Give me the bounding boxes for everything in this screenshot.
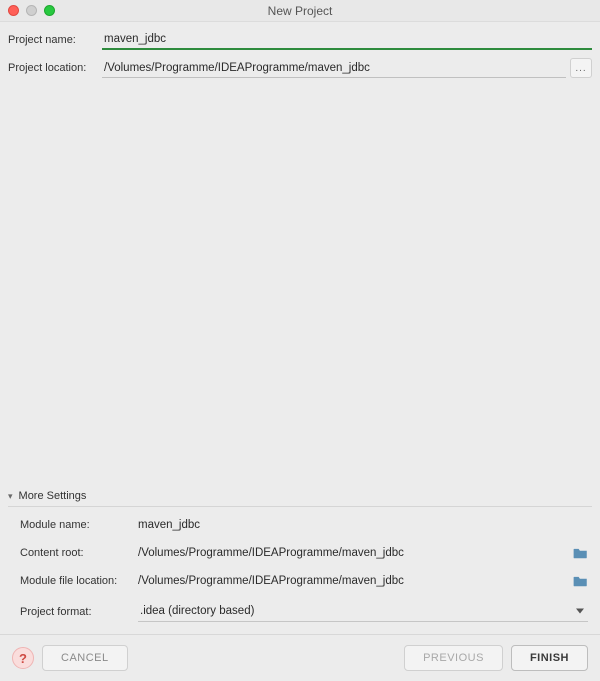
project-name-input[interactable] — [102, 30, 592, 50]
cancel-button[interactable]: CANCEL — [42, 645, 128, 671]
close-icon[interactable] — [8, 5, 19, 16]
help-button[interactable]: ? — [12, 647, 34, 669]
content-root-value[interactable]: /Volumes/Programme/IDEAProgramme/maven_j… — [138, 545, 573, 561]
project-name-row: Project name: — [8, 30, 592, 50]
more-settings-body: Module name: maven_jdbc Content root: /V… — [8, 517, 592, 634]
module-name-label: Module name: — [20, 519, 138, 531]
folder-icon — [573, 547, 588, 560]
folder-icon — [573, 575, 588, 588]
window-title: New Project — [0, 4, 600, 18]
module-name-row: Module name: maven_jdbc — [20, 517, 588, 533]
project-location-input[interactable] — [102, 59, 566, 78]
title-bar: New Project — [0, 0, 600, 22]
content-root-browse-button[interactable] — [573, 547, 588, 559]
project-location-row: Project location: ... — [8, 58, 592, 78]
module-name-value[interactable]: maven_jdbc — [138, 517, 588, 533]
project-location-label: Project location: — [8, 62, 102, 74]
previous-button[interactable]: PREVIOUS — [404, 645, 503, 671]
spacer — [8, 86, 592, 490]
finish-button[interactable]: FINISH — [511, 645, 588, 671]
content-root-label: Content root: — [20, 547, 138, 559]
browse-location-button[interactable]: ... — [570, 58, 592, 78]
dialog-content: Project name: Project location: ... ▾ Mo… — [0, 22, 600, 634]
project-name-label: Project name: — [8, 34, 102, 46]
project-format-row: Project format: .idea (directory based) — [20, 601, 588, 622]
window-controls — [8, 5, 55, 16]
module-file-location-row: Module file location: /Volumes/Programme… — [20, 573, 588, 589]
zoom-icon[interactable] — [44, 5, 55, 16]
more-settings-toggle[interactable]: ▾ More Settings — [8, 490, 592, 507]
module-file-location-value[interactable]: /Volumes/Programme/IDEAProgramme/maven_j… — [138, 573, 573, 589]
minimize-icon — [26, 5, 37, 16]
project-format-select[interactable]: .idea (directory based) — [138, 601, 588, 622]
help-icon: ? — [19, 651, 27, 666]
more-settings-label: More Settings — [19, 490, 87, 502]
project-format-label: Project format: — [20, 606, 138, 618]
module-file-location-browse-button[interactable] — [573, 575, 588, 587]
module-file-location-label: Module file location: — [20, 575, 138, 587]
dialog-footer: ? CANCEL PREVIOUS FINISH — [0, 634, 600, 681]
chevron-down-icon: ▾ — [8, 491, 13, 502]
content-root-row: Content root: /Volumes/Programme/IDEAPro… — [20, 545, 588, 561]
